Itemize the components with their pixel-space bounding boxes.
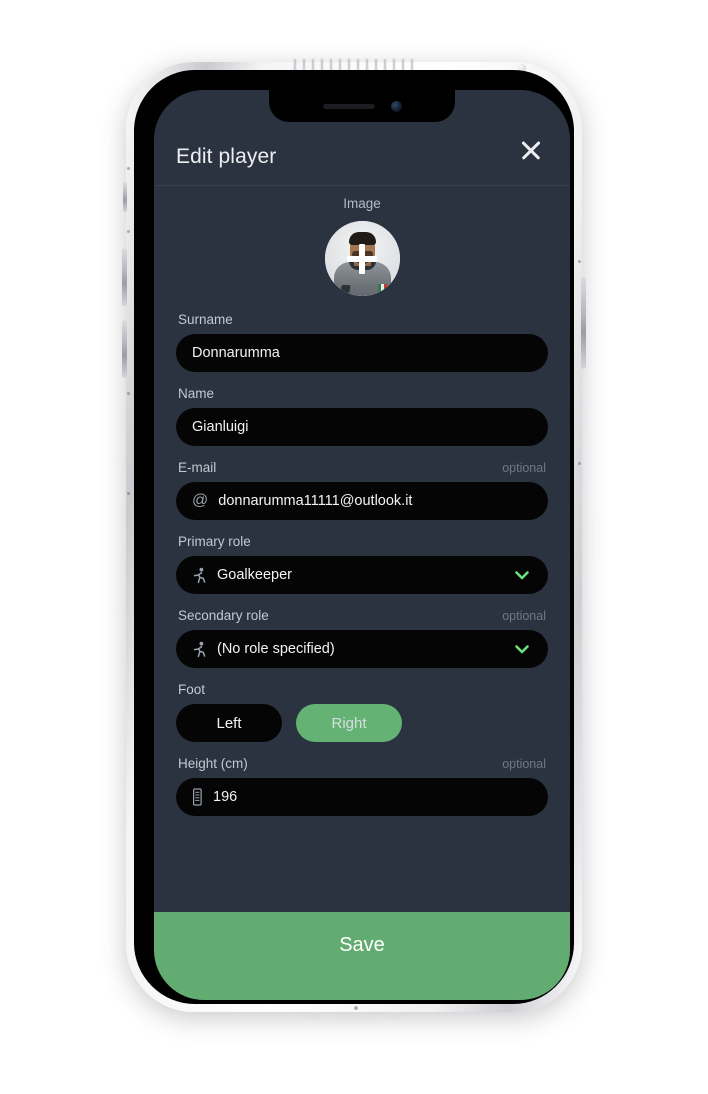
primary-role-select[interactable]: Goalkeeper <box>176 556 548 594</box>
surname-value: Donnarumma <box>192 345 280 361</box>
field-primary-role: Primary role Goalkeeper <box>176 534 548 594</box>
height-label: Height (cm) <box>178 756 248 771</box>
phone-bezel: Edit player Image Surname Donnarumma Nam… <box>134 70 574 1004</box>
field-name: Name Gianluigi <box>176 386 548 446</box>
height-input[interactable]: 196 <box>176 778 548 816</box>
field-surname: Surname Donnarumma <box>176 312 548 372</box>
frame-seam <box>578 462 581 465</box>
running-person-icon <box>192 641 207 658</box>
field-head: Foot <box>176 682 548 704</box>
frame-seam <box>127 167 130 170</box>
phone-screen: Edit player Image Surname Donnarumma Nam… <box>154 90 570 1000</box>
frame-seam <box>127 392 130 395</box>
surname-input[interactable]: Donnarumma <box>176 334 548 372</box>
frame-seam <box>354 1006 358 1010</box>
field-head: Primary role <box>176 534 548 556</box>
edit-player-screen: Edit player Image Surname Donnarumma Nam… <box>154 90 570 1000</box>
field-height: Height (cm) optional 196 <box>176 756 548 816</box>
name-input[interactable]: Gianluigi <box>176 408 548 446</box>
player-photo-avatar[interactable] <box>324 221 400 296</box>
secondary-role-label: Secondary role <box>178 608 269 623</box>
field-foot: Foot Left Right <box>176 682 548 742</box>
ruler-icon <box>192 788 203 806</box>
plus-icon <box>347 243 377 274</box>
running-person-icon <box>192 567 207 584</box>
power-button[interactable] <box>581 277 586 369</box>
field-head: Secondary role optional <box>176 608 548 630</box>
field-head: Height (cm) optional <box>176 756 548 778</box>
height-value: 196 <box>213 789 238 805</box>
page-title: Edit player <box>176 145 277 168</box>
field-head: E-mail optional <box>176 460 548 482</box>
name-value: Gianluigi <box>192 419 249 435</box>
earpiece-speaker <box>322 103 375 109</box>
email-label: E-mail <box>178 460 217 475</box>
frame-seam <box>127 492 130 495</box>
foot-label: Foot <box>178 682 206 697</box>
email-optional-tag: optional <box>502 461 546 475</box>
foot-left-button[interactable]: Left <box>176 704 282 742</box>
save-button[interactable]: Save <box>154 912 570 1000</box>
height-optional-tag: optional <box>502 757 546 771</box>
primary-role-value: Goalkeeper <box>217 567 292 583</box>
volume-down-button[interactable] <box>122 320 127 378</box>
volume-up-button[interactable] <box>122 248 127 306</box>
device-notch <box>269 90 455 122</box>
secondary-role-optional-tag: optional <box>502 609 546 623</box>
email-input[interactable]: @ donnarumma11111@outlook.it <box>176 482 548 520</box>
phone-device: Edit player Image Surname Donnarumma Nam… <box>120 56 588 1018</box>
foot-right-button[interactable]: Right <box>296 704 402 742</box>
chevron-down-icon <box>512 639 532 659</box>
field-email: E-mail optional @ donnarumma11111@outloo… <box>176 460 548 520</box>
frame-seam <box>578 260 581 263</box>
email-value: donnarumma11111@outlook.it <box>218 493 413 509</box>
secondary-role-select[interactable]: (No role specified) <box>176 630 548 668</box>
field-secondary-role: Secondary role optional (No role specifi… <box>176 608 548 668</box>
image-section-label: Image <box>343 196 381 211</box>
frame-seam <box>127 230 130 233</box>
avatar-row <box>176 221 548 296</box>
close-icon[interactable] <box>514 133 548 167</box>
name-label: Name <box>178 386 215 401</box>
form-scroll-area[interactable]: Image Surname Donnarumma Name Gianluigi … <box>154 186 570 912</box>
surname-label: Surname <box>178 312 233 327</box>
chevron-down-icon <box>512 565 532 585</box>
field-head: Name <box>176 386 548 408</box>
mute-switch[interactable] <box>123 182 127 212</box>
primary-role-label: Primary role <box>178 534 251 549</box>
at-icon: @ <box>192 492 209 509</box>
field-head: Surname <box>176 312 548 334</box>
front-camera-icon <box>390 100 402 112</box>
foot-toggle-group: Left Right <box>176 704 548 742</box>
secondary-role-value: (No role specified) <box>217 641 335 657</box>
